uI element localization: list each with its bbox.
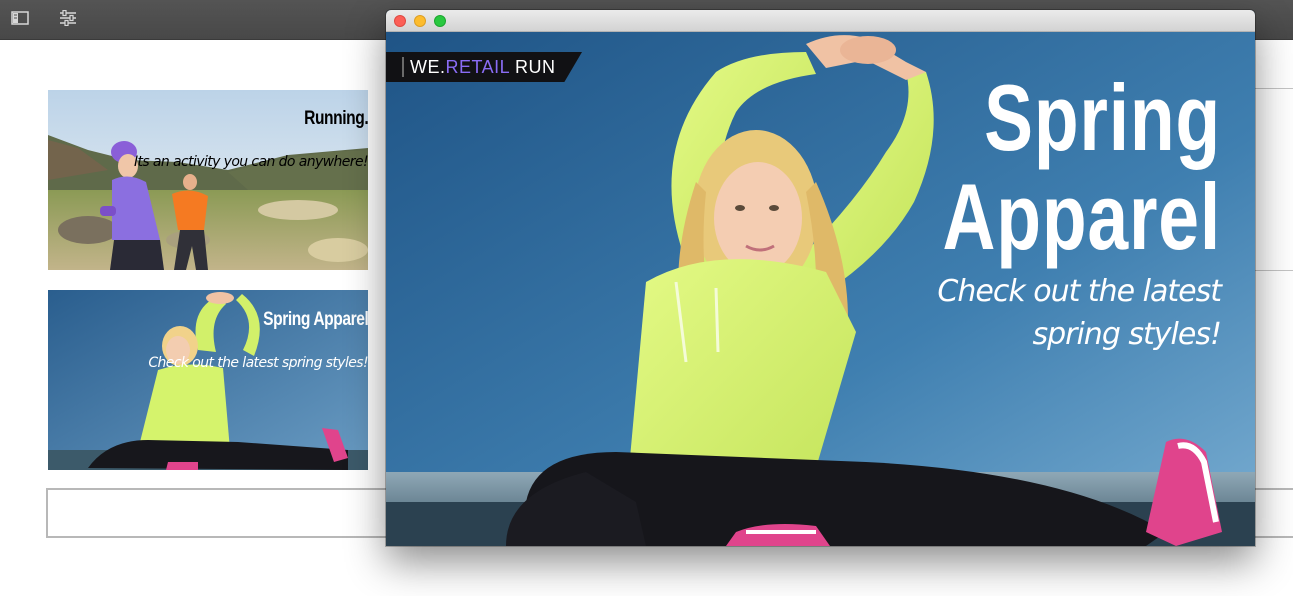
window-zoom-button[interactable] <box>434 15 446 27</box>
window-minimize-button[interactable] <box>414 15 426 27</box>
hero-title-line: Apparel <box>942 164 1221 269</box>
we-retail-run-logo: WE.RETAIL RUN <box>386 52 582 82</box>
teaser-spring-apparel[interactable]: Spring Apparel Check out the latest spri… <box>48 290 368 470</box>
window-close-button[interactable] <box>394 15 406 27</box>
hero-title-line: Spring <box>984 65 1221 170</box>
logo-divider <box>402 57 404 77</box>
hero-description: Check out the latest spring styles! <box>937 274 1222 352</box>
hero-teaser[interactable]: WE.RETAIL RUN Spring Apparel Check out t… <box>386 32 1255 546</box>
hero-title: Spring Apparel <box>943 68 1221 266</box>
teaser-description: Its an activity you can do anywhere! <box>133 154 368 170</box>
sliders-icon <box>60 10 76 26</box>
layout-guide-line <box>1255 88 1293 89</box>
teaser-title: Spring Apparel <box>262 309 368 330</box>
teaser-title: Running. <box>303 108 368 129</box>
teaser-description: Check out the latest spring styles! <box>148 355 368 371</box>
layout-guide-line <box>1255 270 1293 271</box>
preview-window: WE.RETAIL RUN Spring Apparel Check out t… <box>386 10 1255 546</box>
side-panel-toggle-button[interactable] <box>6 6 34 32</box>
page-properties-button[interactable] <box>54 6 82 32</box>
teaser-running[interactable]: Running. Its an activity you can do anyw… <box>48 90 368 270</box>
logo-text: WE.RETAIL RUN <box>410 57 556 77</box>
window-titlebar[interactable] <box>386 10 1255 32</box>
side-panel-icon <box>11 11 29 25</box>
